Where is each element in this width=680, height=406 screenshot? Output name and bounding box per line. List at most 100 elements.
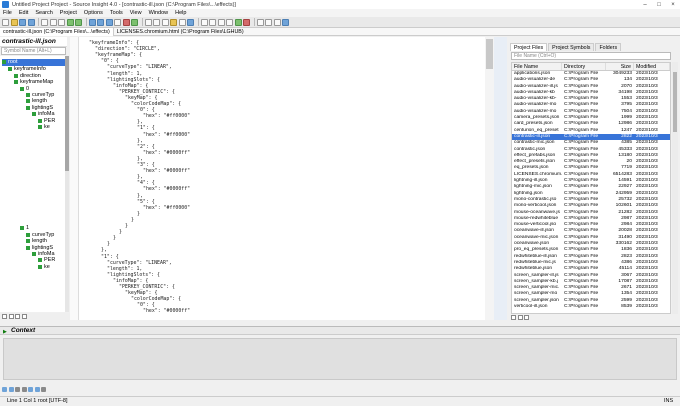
project-file-table: File Name Directory Size Modified applic…	[511, 62, 671, 314]
jump-forward-icon[interactable]	[131, 18, 138, 26]
menu-tools[interactable]: Tools	[110, 10, 123, 16]
zoom-out-icon[interactable]	[265, 18, 272, 26]
filter-icon[interactable]	[15, 314, 20, 319]
app-icon	[2, 1, 9, 8]
tab-project-symbols[interactable]: Project Symbols	[548, 43, 595, 51]
redo-icon[interactable]	[75, 18, 82, 26]
close-button[interactable]: ×	[666, 0, 680, 9]
settings-icon[interactable]	[524, 315, 529, 320]
settings-icon[interactable]	[41, 387, 46, 392]
expand-icon[interactable]	[21, 314, 27, 319]
tree-item[interactable]: ke	[38, 124, 65, 131]
search-icon[interactable]	[88, 18, 96, 26]
stop-icon[interactable]	[243, 18, 250, 26]
uncomment-icon[interactable]	[226, 18, 233, 26]
code-editor[interactable]: "keyframeInfo": {"direction": "CIRCLE", "…	[79, 37, 485, 320]
menu-project[interactable]: Project	[60, 10, 77, 16]
refresh-icon[interactable]	[34, 387, 40, 392]
bookmark-icon[interactable]	[114, 18, 121, 26]
menu-search[interactable]: Search	[35, 10, 52, 16]
file-table-scrollbar[interactable]	[672, 62, 678, 314]
open-folder-icon[interactable]	[10, 18, 18, 26]
window-title: Untitled Project Project - Source Insigh…	[12, 1, 236, 8]
tree-item[interactable]: keyframeMap	[14, 79, 65, 86]
print-icon[interactable]	[273, 18, 281, 26]
symbol-tree-scrollbar[interactable]	[65, 56, 69, 312]
toolbar-separator	[141, 18, 143, 26]
lock-icon[interactable]	[15, 387, 20, 392]
tree-item[interactable]: 1	[20, 225, 65, 232]
context-arrow-icon[interactable]: ▶	[3, 329, 7, 335]
indent-icon[interactable]	[200, 18, 208, 26]
settings-icon[interactable]	[282, 18, 289, 26]
status-bar: Line 1 Col 1 root [UTF-8] INS	[0, 396, 680, 406]
editor-scrollbar[interactable]	[485, 37, 494, 320]
menu-view[interactable]: View	[130, 10, 142, 16]
relation-window-icon[interactable]	[170, 18, 177, 26]
project-panel-toolbar	[511, 314, 679, 321]
symbol-search-input[interactable]: Symbol Name (Alt+L)	[1, 47, 66, 55]
scrollbar-thumb[interactable]	[65, 56, 69, 171]
zoom-in-icon[interactable]	[256, 18, 264, 26]
file-row[interactable]: verticool-ill.json C:\Program File 8539 202…	[512, 304, 670, 310]
cut-icon[interactable]	[41, 18, 48, 26]
editor-overview-ruler	[494, 37, 507, 320]
minimize-button[interactable]: –	[638, 0, 652, 9]
context-window-icon[interactable]	[161, 18, 169, 26]
tree-item[interactable]: ke	[38, 264, 65, 271]
menu-window[interactable]: Window	[149, 10, 169, 16]
menu-file[interactable]: File	[3, 10, 12, 16]
jump-icon[interactable]	[28, 387, 33, 392]
scrollbar-thumb[interactable]	[673, 72, 677, 132]
tab-contrastic-ill[interactable]: contrastic-ill.json (C:\Program Files\..…	[0, 27, 114, 36]
column-directory[interactable]: Directory	[562, 63, 606, 70]
tree-item-label: root	[8, 59, 18, 65]
tree-item[interactable]: root	[2, 59, 65, 66]
build-icon[interactable]	[234, 18, 242, 26]
comment-icon[interactable]	[217, 18, 225, 26]
save-icon[interactable]	[19, 18, 26, 26]
column-modified[interactable]: Modified	[634, 63, 670, 70]
maximize-button[interactable]: □	[652, 0, 666, 9]
column-file-name[interactable]: File Name	[512, 63, 562, 70]
tab-folders[interactable]: Folders	[595, 43, 622, 51]
outdent-icon[interactable]	[209, 18, 216, 26]
file-name-filter-input[interactable]: File Name (Ctrl+O)	[511, 52, 671, 60]
menu-edit[interactable]: Edit	[19, 10, 28, 16]
jump-back-icon[interactable]	[122, 18, 130, 26]
tab-licenses-chromium[interactable]: LICENSES.chromium.html (C:\Program Files…	[114, 29, 247, 35]
undo-icon[interactable]	[66, 18, 74, 26]
sync-icon[interactable]	[187, 18, 194, 26]
tree-item[interactable]: length	[26, 238, 65, 245]
menu-help[interactable]: Help	[175, 10, 186, 16]
browse-icon[interactable]	[178, 18, 186, 26]
file-tab-bar: contrastic-ill.json (C:\Program Files\..…	[0, 27, 680, 36]
tree-item[interactable]: keyframeInfo	[8, 66, 65, 73]
sort-icon[interactable]	[2, 314, 7, 319]
symbol-window-icon[interactable]	[144, 18, 152, 26]
tab-project-files[interactable]: Project Files	[510, 43, 548, 51]
sync-files-icon[interactable]	[511, 315, 516, 320]
list-view-icon[interactable]	[517, 315, 523, 320]
toolbar-separator	[85, 18, 87, 26]
paste-icon[interactable]	[58, 18, 65, 26]
symbol-icon	[26, 232, 30, 237]
replace-icon[interactable]	[97, 18, 104, 26]
tree-item[interactable]: PER	[38, 257, 65, 264]
tree-item-label: keyframeInfo	[14, 66, 46, 72]
save-all-icon[interactable]	[27, 18, 35, 26]
scrollbar-thumb[interactable]	[486, 39, 493, 69]
menu-options[interactable]: Options	[84, 10, 103, 16]
symbol-icon	[26, 105, 30, 110]
search-files-icon[interactable]	[105, 18, 113, 26]
tree-item[interactable]: infoMa	[32, 111, 65, 118]
column-size[interactable]: Size	[606, 63, 634, 70]
copy-icon[interactable]	[49, 18, 57, 26]
project-window-icon[interactable]	[153, 18, 160, 26]
back-icon[interactable]	[2, 387, 7, 392]
collapse-icon[interactable]	[8, 314, 14, 319]
copy-icon[interactable]	[21, 387, 27, 392]
new-file-icon[interactable]	[2, 18, 9, 26]
forward-icon[interactable]	[8, 387, 14, 392]
tree-item[interactable]: length	[26, 98, 65, 105]
